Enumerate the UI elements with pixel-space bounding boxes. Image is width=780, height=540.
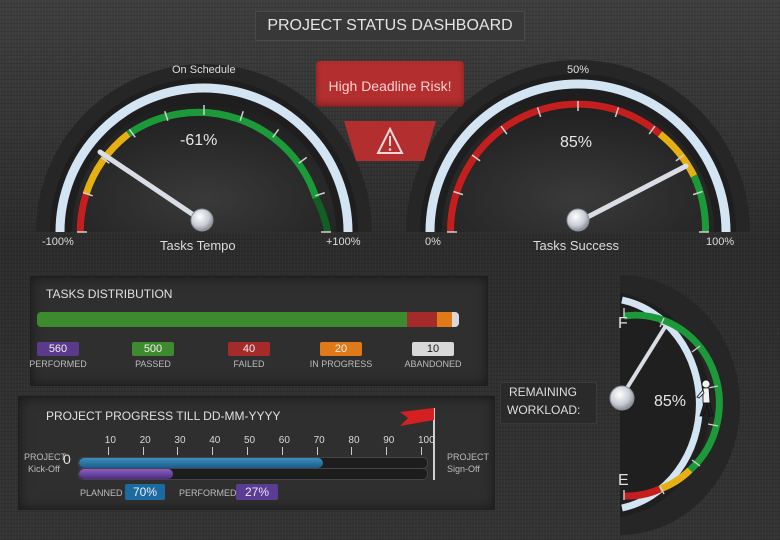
distribution-item-label: PASSED [135,359,171,369]
progress-title: PROJECT PROGRESS TILL DD-MM-YYYY [46,409,281,423]
progress-tick [281,447,283,455]
success-min-label: 0% [425,236,441,248]
progress-tick-label: 40 [209,435,221,446]
performed-label: PERFORMED [179,488,237,498]
deadline-risk-alert: High Deadline Risk! [316,61,464,107]
signoff-label-1: PROJECT [447,452,490,462]
distribution-count-badge: 500 [132,342,174,356]
progress-tick-label: 10 [104,435,116,446]
success-top-label: 50% [567,64,590,76]
distribution-item-label: FAILED [233,359,265,369]
progress-tick-label: 100 [418,435,435,446]
distribution-title: TASKS DISTRIBUTION [46,287,173,301]
success-value: 85% [560,134,593,151]
progress-tick-label: 50 [244,435,256,446]
workload-label-2: WORKLOAD: [507,403,581,417]
distribution-count-badge: 10 [412,342,454,356]
progress-tick-label: 70 [313,435,325,446]
distribution-item-label: PERFORMED [29,359,87,369]
progress-tick [212,447,214,455]
progress-tick [351,447,353,455]
distribution-count-badge: 20 [320,342,362,356]
distribution-item-label: ABANDONED [404,359,462,369]
workload-full-mark: F [618,315,628,332]
progress-zero: 0 [63,451,71,467]
progress-tick [107,447,109,455]
tempo-value: -61% [180,132,218,149]
success-name: Tasks Success [533,238,619,253]
distribution-bar-segment [451,312,459,327]
progress-tick [177,447,179,455]
workload-needle-cap [609,385,635,411]
tempo-needle-cap [190,208,214,232]
success-needle-cap [566,208,590,232]
workload-empty-mark: E [618,472,629,489]
planned-label: PLANNED [80,488,123,498]
distribution-item-label: IN PROGRESS [309,359,373,369]
distribution-bar-segment [407,312,437,327]
progress-tick [386,447,388,455]
tempo-min-label: -100% [42,236,74,248]
performed-value: 27% [236,484,278,500]
workload-label-1: REMAINING [509,385,578,399]
warning-panel [344,121,436,161]
progress-tick-label: 30 [174,435,186,446]
tempo-name: Tasks Tempo [160,238,236,253]
planned-value: 70% [125,484,165,500]
distribution-bar [37,312,459,327]
progress-tick-label: 90 [383,435,395,446]
performed-track [78,468,428,480]
workload-value: 85% [654,393,687,410]
kickoff-label-2: Kick-Off [28,464,60,474]
progress-tick [421,447,422,455]
distribution-bar-segment [37,312,408,327]
distribution-count-badge: 40 [228,342,270,356]
kickoff-label-1: PROJECT [24,452,67,462]
progress-tick [247,447,248,455]
tempo-top-label: On Schedule [172,64,236,76]
distribution-count-badge: 560 [37,342,79,356]
progress-tick [316,447,318,455]
progress-tick-label: 60 [278,435,290,446]
progress-tick-label: 80 [348,435,360,446]
success-max-label: 100% [706,236,735,248]
distribution-bar-segment [436,312,452,327]
signoff-label-2: Sign-Off [447,464,480,474]
tempo-max-label: +100% [326,236,361,248]
progress-tick-label: 20 [139,435,151,446]
progress-tick [142,447,144,455]
